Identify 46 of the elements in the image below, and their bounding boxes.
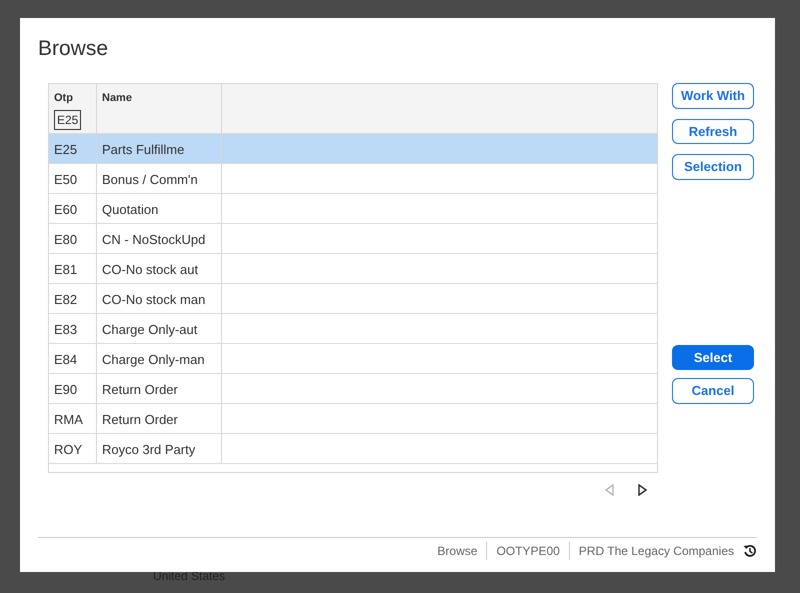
table-cell: Return Order bbox=[102, 382, 178, 398]
side-button[interactable]: Work With bbox=[672, 83, 754, 109]
table-cell: CN - NoStockUpd bbox=[102, 232, 206, 248]
status-item: PRD The Legacy Companies bbox=[568, 542, 743, 560]
table-row[interactable]: E80 CN - NoStockUpd bbox=[49, 224, 657, 254]
filter-field[interactable]: E25 bbox=[54, 110, 82, 130]
table-cell: E83 bbox=[54, 322, 78, 338]
table-row[interactable]: RMA Return Order bbox=[49, 404, 657, 434]
table-row[interactable]: E81 CO-No stock aut bbox=[49, 254, 657, 284]
table-row[interactable]: E25 Parts Fulfillme bbox=[49, 134, 657, 164]
dialog-title: Browse bbox=[38, 36, 110, 62]
side-button[interactable]: Refresh bbox=[672, 118, 754, 144]
table-cell: E60 bbox=[54, 202, 78, 218]
table-cell: Parts Fulfillme bbox=[102, 142, 184, 158]
table-row[interactable]: E50 Bonus / Comm'n bbox=[49, 164, 657, 194]
table-cell: E50 bbox=[54, 172, 78, 188]
table-cell: Quotation bbox=[102, 202, 158, 218]
table-cell: E25 bbox=[54, 142, 78, 158]
table-cell: Return Order bbox=[102, 412, 178, 428]
column-header: Name bbox=[97, 84, 222, 134]
table-cell: E90 bbox=[54, 382, 78, 398]
table-row[interactable]: E82 CO-No stock man bbox=[49, 284, 657, 314]
table-row[interactable]: E90 Return Order bbox=[49, 374, 657, 404]
table-cell: E80 bbox=[54, 232, 78, 248]
table-cell: E82 bbox=[54, 292, 78, 308]
table-cell: E81 bbox=[54, 262, 78, 278]
table-cell: RMA bbox=[54, 412, 83, 428]
status-item: OOTYPE00 bbox=[486, 542, 569, 560]
table-cell: Charge Only-aut bbox=[102, 322, 198, 338]
table-cell: Bonus / Comm'n bbox=[102, 172, 198, 188]
table-cell: Charge Only-man bbox=[102, 352, 205, 368]
table-cell: ROY bbox=[54, 442, 82, 458]
table-cell: Royco 3rd Party bbox=[102, 442, 196, 458]
table-row[interactable]: E83 Charge Only-aut bbox=[49, 314, 657, 344]
table-row[interactable]: E84 Charge Only-man bbox=[49, 344, 657, 374]
table-cell: CO-No stock aut bbox=[102, 262, 198, 278]
table-row[interactable]: ROY Royco 3rd Party bbox=[49, 434, 657, 464]
action-button[interactable]: Select bbox=[672, 344, 754, 370]
history-icon[interactable] bbox=[743, 544, 757, 558]
action-button[interactable]: Cancel bbox=[672, 378, 754, 404]
table-row[interactable]: E60 Quotation bbox=[49, 194, 657, 224]
status-item: Browse bbox=[436, 543, 478, 560]
side-button[interactable]: Selection bbox=[672, 154, 754, 180]
column-header: Otp bbox=[54, 91, 74, 106]
table-cell: CO-No stock man bbox=[102, 292, 206, 308]
table-cell: E84 bbox=[54, 352, 78, 368]
